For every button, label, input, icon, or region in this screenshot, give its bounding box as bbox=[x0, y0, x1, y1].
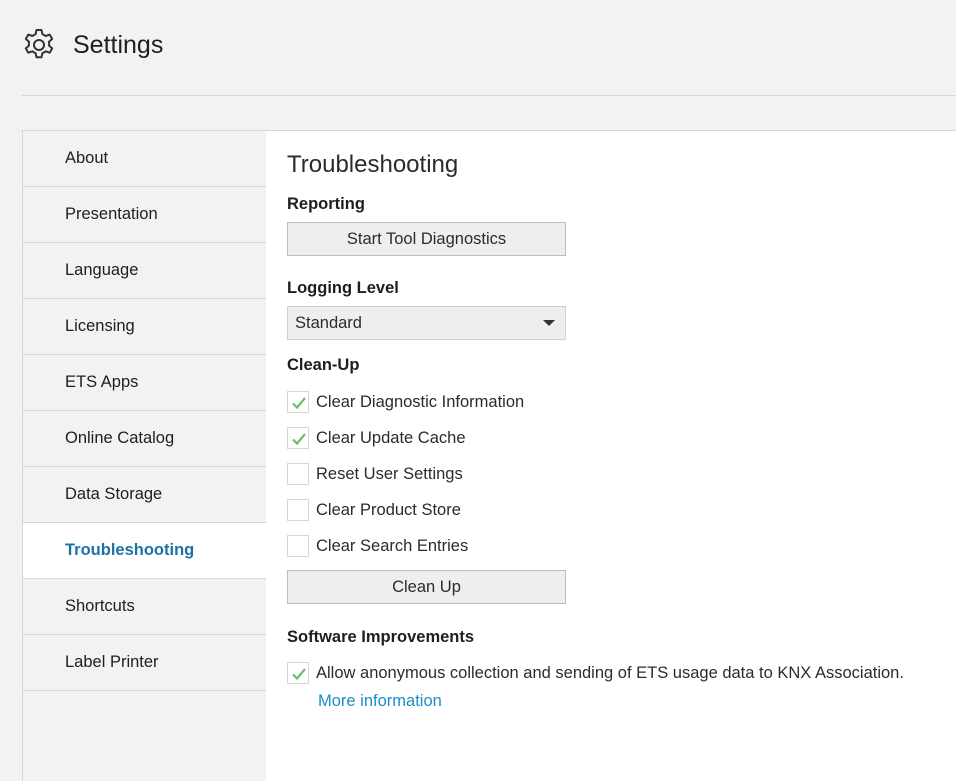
sidebar-item-shortcuts[interactable]: Shortcuts bbox=[23, 579, 266, 635]
sidebar-item-label: ETS Apps bbox=[65, 373, 139, 391]
sidebar-item-label: Shortcuts bbox=[65, 597, 135, 615]
start-tool-diagnostics-button[interactable]: Start Tool Diagnostics bbox=[287, 222, 566, 256]
sidebar-item-label-printer[interactable]: Label Printer bbox=[23, 635, 266, 691]
cleanup-option-update-cache[interactable]: Clear Update Cache bbox=[287, 426, 466, 450]
sidebar-item-data-storage[interactable]: Data Storage bbox=[23, 467, 266, 523]
header: Settings bbox=[0, 0, 956, 96]
checkbox[interactable] bbox=[287, 662, 309, 684]
checkbox[interactable] bbox=[287, 535, 309, 557]
sidebar-item-online-catalog[interactable]: Online Catalog bbox=[23, 411, 266, 467]
sidebar-item-label: Troubleshooting bbox=[65, 541, 195, 559]
settings-content: Troubleshooting Reporting Start Tool Dia… bbox=[266, 130, 956, 781]
logging-level-value: Standard bbox=[295, 314, 362, 332]
sidebar-item-ets-apps[interactable]: ETS Apps bbox=[23, 355, 266, 411]
gear-icon bbox=[24, 29, 54, 59]
sidebar-item-licensing[interactable]: Licensing bbox=[23, 299, 266, 355]
section-heading: Troubleshooting bbox=[287, 151, 459, 178]
more-information-link[interactable]: More information bbox=[318, 692, 442, 711]
sidebar-item-label: Online Catalog bbox=[65, 429, 175, 447]
sidebar-item-label: Language bbox=[65, 261, 139, 279]
sidebar-item-about[interactable]: About bbox=[23, 131, 266, 187]
sidebar-item-troubleshooting[interactable]: Troubleshooting bbox=[23, 523, 267, 579]
checkbox-label: Clear Product Store bbox=[316, 500, 461, 519]
sidebar-item-label: Licensing bbox=[65, 317, 135, 335]
page-title: Settings bbox=[73, 31, 164, 59]
clean-up-button[interactable]: Clean Up bbox=[287, 570, 566, 604]
checkbox[interactable] bbox=[287, 427, 309, 449]
checkbox-label: Clear Update Cache bbox=[316, 428, 466, 447]
sidebar-item-language[interactable]: Language bbox=[23, 243, 266, 299]
checkbox[interactable] bbox=[287, 391, 309, 413]
sidebar-item-label: About bbox=[65, 149, 109, 167]
logging-level-label: Logging Level bbox=[287, 279, 399, 297]
cleanup-option-product-store[interactable]: Clear Product Store bbox=[287, 498, 461, 522]
sidebar-item-label: Presentation bbox=[65, 205, 158, 223]
checkbox-label: Clear Search Entries bbox=[316, 536, 469, 555]
cleanup-option-diagnostic-info[interactable]: Clear Diagnostic Information bbox=[287, 390, 524, 414]
checkbox-label: Allow anonymous collection and sending o… bbox=[316, 663, 904, 682]
logging-level-select[interactable]: Standard bbox=[287, 306, 566, 340]
checkmark-icon bbox=[292, 433, 306, 446]
usage-data-consent[interactable]: Allow anonymous collection and sending o… bbox=[287, 661, 904, 685]
checkbox-label: Reset User Settings bbox=[316, 464, 463, 483]
checkmark-icon bbox=[292, 397, 306, 410]
checkbox-label: Clear Diagnostic Information bbox=[316, 392, 525, 411]
cleanup-option-search-entries[interactable]: Clear Search Entries bbox=[287, 534, 468, 558]
cleanup-option-reset-user-settings[interactable]: Reset User Settings bbox=[287, 462, 463, 486]
checkbox[interactable] bbox=[287, 463, 309, 485]
checkbox[interactable] bbox=[287, 499, 309, 521]
checkmark-icon bbox=[292, 668, 306, 681]
reporting-label: Reporting bbox=[287, 195, 365, 213]
software-improvements-label: Software Improvements bbox=[287, 628, 475, 646]
chevron-down-icon bbox=[543, 320, 555, 326]
header-divider bbox=[22, 95, 956, 96]
sidebar-item-presentation[interactable]: Presentation bbox=[23, 187, 266, 243]
sidebar-item-label: Label Printer bbox=[65, 653, 159, 671]
cleanup-label: Clean-Up bbox=[287, 356, 360, 374]
settings-sidebar: About Presentation Language Licensing ET… bbox=[22, 130, 267, 781]
sidebar-item-label: Data Storage bbox=[65, 485, 163, 503]
